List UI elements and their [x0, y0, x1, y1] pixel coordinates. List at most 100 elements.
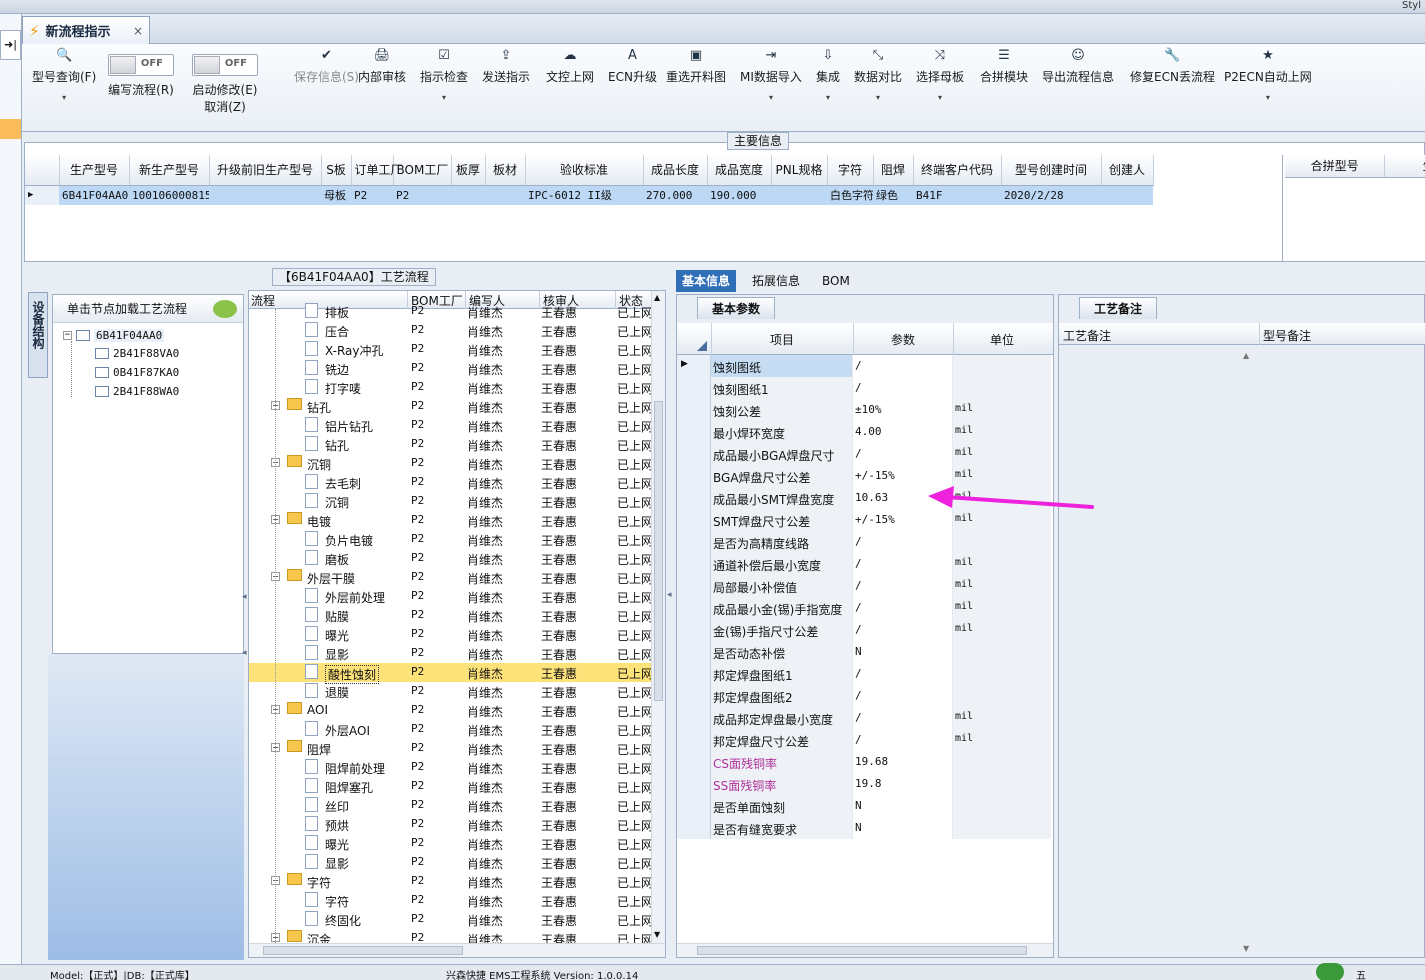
- table-cell[interactable]: 190.000: [707, 185, 771, 205]
- flow-row[interactable]: 曝光 P2 肖维杰 王春惠 已上网: [249, 834, 653, 853]
- chat-bubble-icon[interactable]: [213, 299, 237, 318]
- column-header[interactable]: 创建人: [1101, 155, 1154, 186]
- flow-row[interactable]: 去毛刺 P2 肖维杰 王春惠 已上网: [249, 473, 653, 492]
- column-header[interactable]: 订单工厂: [351, 155, 403, 186]
- column-header[interactable]: 生产型号: [59, 155, 130, 186]
- flow-row[interactable]: − 钻孔 P2 肖维杰 王春惠 已上网: [249, 397, 653, 416]
- toggle-switch[interactable]: OFF: [192, 54, 258, 76]
- scroll-down-icon[interactable]: ▼: [654, 930, 660, 939]
- toolbar-button-8[interactable]: A ECN升级: [608, 48, 657, 85]
- param-row[interactable]: 邦定焊盘图纸2 /: [677, 685, 1051, 707]
- flow-row[interactable]: 压合 P2 肖维杰 王春惠 已上网: [249, 321, 653, 340]
- close-icon[interactable]: ×: [133, 24, 143, 38]
- table-cell[interactable]: [485, 185, 525, 205]
- tab-right-0[interactable]: 基本信息: [676, 270, 737, 292]
- collapse-icon[interactable]: −: [63, 331, 72, 340]
- flow-row[interactable]: 铣边 P2 肖维杰 王春惠 已上网: [249, 359, 653, 378]
- param-row[interactable]: 局部最小补偿值 / mil: [677, 575, 1051, 597]
- params-hscroll-thumb[interactable]: [697, 946, 1027, 955]
- param-value[interactable]: +/-15%: [855, 513, 895, 526]
- param-value[interactable]: /: [855, 579, 862, 592]
- nav-collapse-button[interactable]: ➜|: [0, 30, 21, 60]
- flow-scrollbar-v[interactable]: ▲ ▼: [651, 291, 665, 957]
- param-row[interactable]: 通道补偿后最小宽度 / mil: [677, 553, 1051, 575]
- toolbar-button-2[interactable]: OFF 启动修改(E) 取消(Z): [192, 48, 258, 115]
- column-header[interactable]: 验收标准: [525, 155, 644, 186]
- param-value[interactable]: /: [855, 711, 862, 724]
- chevron-down-icon[interactable]: ▾: [916, 93, 964, 102]
- params-column-header[interactable]: 参数: [853, 331, 953, 348]
- flow-row[interactable]: 显影 P2 肖维杰 王春惠 已上网: [249, 853, 653, 872]
- column-header[interactable]: 板厚: [451, 155, 486, 186]
- toolbar-button-11[interactable]: ⇩ 集成 ▾: [816, 48, 840, 102]
- table-cell[interactable]: B41F: [913, 185, 1001, 205]
- flow-row[interactable]: X-Ray冲孔 P2 肖维杰 王春惠 已上网: [249, 340, 653, 359]
- param-row[interactable]: 蚀刻公差 ±10% mil: [677, 399, 1051, 421]
- notes-scroll-down-icon[interactable]: ▼: [1243, 944, 1249, 953]
- param-value[interactable]: /: [855, 623, 862, 636]
- params-column-header[interactable]: 单位: [953, 331, 1051, 348]
- flow-row[interactable]: 酸性蚀刻 P2 肖维杰 王春惠 已上网: [249, 663, 653, 684]
- param-row[interactable]: 成品最小BGA焊盘尺寸 / mil: [677, 443, 1051, 465]
- param-row[interactable]: 是否为高精度线路 /: [677, 531, 1051, 553]
- table-cell[interactable]: 10010600081500: [129, 185, 209, 205]
- tab-device-structure[interactable]: 设备结构: [28, 292, 48, 378]
- flow-row[interactable]: 阻焊塞孔 P2 肖维杰 王春惠 已上网: [249, 777, 653, 796]
- param-value[interactable]: N: [855, 799, 862, 812]
- table-cell[interactable]: 绿色: [873, 185, 913, 205]
- toolbar-button-13[interactable]: ⤨ 选择母板 ▾: [916, 48, 964, 102]
- param-row[interactable]: 最小焊环宽度 4.00 mil: [677, 421, 1051, 443]
- flow-row[interactable]: 外层AOI P2 肖维杰 王春惠 已上网: [249, 720, 653, 739]
- flow-scrollbar-h[interactable]: [249, 943, 665, 957]
- toolbar-button-6[interactable]: ⇪ 发送指示: [482, 48, 530, 85]
- ime-icon[interactable]: [1316, 963, 1344, 980]
- param-row[interactable]: SS面残铜率 19.8: [677, 773, 1051, 795]
- splitter-left-arrow2-icon[interactable]: ◂: [242, 648, 247, 658]
- param-value[interactable]: 19.68: [855, 755, 888, 768]
- flow-hscroll-thumb[interactable]: [263, 946, 463, 955]
- scroll-up-icon[interactable]: ▲: [654, 293, 660, 302]
- nav-active-item[interactable]: [0, 119, 21, 139]
- param-value[interactable]: /: [855, 667, 862, 680]
- toolbar-button-12[interactable]: ⤡ 数据对比 ▾: [854, 48, 902, 102]
- flow-row[interactable]: − 沉铜 P2 肖维杰 王春惠 已上网: [249, 454, 653, 473]
- chevron-down-icon[interactable]: ▾: [740, 93, 802, 102]
- flow-row[interactable]: 预烘 P2 肖维杰 王春惠 已上网: [249, 815, 653, 834]
- flow-row[interactable]: 贴膜 P2 肖维杰 王春惠 已上网: [249, 606, 653, 625]
- flow-row[interactable]: 打字唛 P2 肖维杰 王春惠 已上网: [249, 378, 653, 397]
- tree-child-node[interactable]: 2B41F88VA0: [95, 347, 179, 360]
- column-header[interactable]: 新生产型号: [129, 155, 210, 186]
- column-header[interactable]: BOM工厂: [393, 155, 452, 186]
- param-value[interactable]: /: [855, 381, 862, 394]
- table-cell[interactable]: 母板: [321, 185, 351, 205]
- toolbar-button-9[interactable]: ▣ 重选开料图: [666, 48, 726, 85]
- toggle-knob[interactable]: [110, 56, 136, 74]
- chevron-down-icon[interactable]: ▾: [854, 93, 902, 102]
- param-row[interactable]: 邦定焊盘尺寸公差 / mil: [677, 729, 1051, 751]
- toggle-knob[interactable]: [194, 56, 220, 74]
- param-row[interactable]: 是否动态补偿 N: [677, 641, 1051, 663]
- chevron-down-icon[interactable]: ▾: [816, 93, 840, 102]
- params-column-header[interactable]: 项目: [711, 331, 853, 348]
- column-header[interactable]: 成品长度: [643, 155, 708, 186]
- param-value[interactable]: N: [855, 821, 862, 834]
- table-cell[interactable]: [209, 185, 321, 205]
- flow-row[interactable]: 终固化 P2 肖维杰 王春惠 已上网: [249, 910, 653, 929]
- param-row[interactable]: 蚀刻图纸1 /: [677, 377, 1051, 399]
- flow-row[interactable]: 外层前处理 P2 肖维杰 王春惠 已上网: [249, 587, 653, 606]
- chevron-down-icon[interactable]: ▾: [32, 93, 96, 102]
- notes-process-area[interactable]: [1059, 347, 1255, 957]
- toolbar-button-1[interactable]: OFF 编写流程(R): [108, 48, 174, 98]
- flow-row[interactable]: 负片电镀 P2 肖维杰 王春惠 已上网: [249, 530, 653, 549]
- toolbar-button-0[interactable]: 🔍 型号查询(F) ▾: [32, 48, 96, 102]
- table-cell[interactable]: P2: [393, 185, 451, 205]
- column-header[interactable]: 升级前旧生产型号: [209, 155, 322, 186]
- flow-row[interactable]: − 外层干膜 P2 肖维杰 王春惠 已上网: [249, 568, 653, 587]
- tab-right-1[interactable]: 拓展信息: [746, 270, 806, 292]
- toolbar-button-15[interactable]: ☺ 导出流程信息: [1042, 48, 1114, 85]
- table-cell[interactable]: IPC-6012 II级: [525, 185, 643, 205]
- merge-column-header[interactable]: 合拼型号: [1285, 155, 1386, 178]
- param-row[interactable]: 是否单面蚀刻 N: [677, 795, 1051, 817]
- toolbar-button-4[interactable]: 🖨 内部审核: [358, 48, 406, 85]
- param-row[interactable]: 成品最小金(锡)手指宽度 / mil: [677, 597, 1051, 619]
